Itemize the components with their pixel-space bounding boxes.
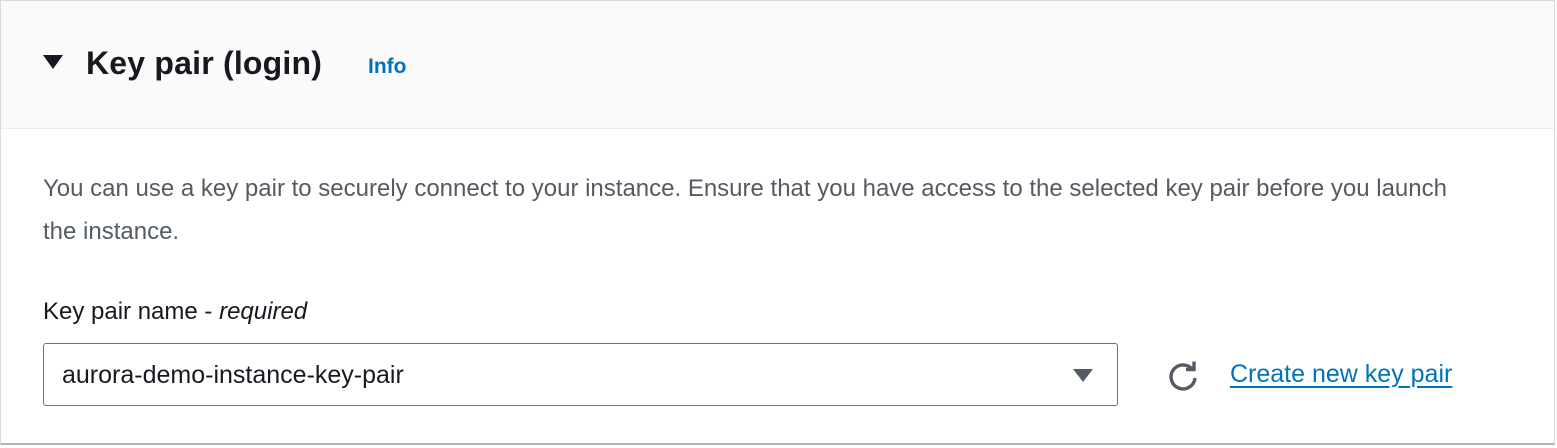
caret-down-icon	[1073, 369, 1093, 382]
key-pair-panel: Key pair (login) Info You can use a key …	[0, 0, 1555, 445]
required-label: required	[219, 298, 308, 325]
key-pair-name-label: Key pair name - required	[43, 295, 307, 329]
panel-title: Key pair (login)	[86, 45, 323, 81]
key-pair-name-label-text: Key pair name -	[43, 298, 220, 325]
key-pair-select[interactable]: aurora-demo-instance-key-pair	[43, 343, 1118, 406]
panel-header[interactable]: Key pair (login) Info	[1, 1, 1554, 129]
caret-down-icon[interactable]	[43, 55, 63, 69]
key-pair-select-value: aurora-demo-instance-key-pair	[62, 361, 404, 389]
create-new-key-pair-link[interactable]: Create new key pair	[1230, 357, 1452, 391]
info-link[interactable]: Info	[368, 53, 406, 81]
section-description: You can use a key pair to securely conne…	[43, 175, 1447, 245]
refresh-icon[interactable]	[1164, 357, 1202, 395]
